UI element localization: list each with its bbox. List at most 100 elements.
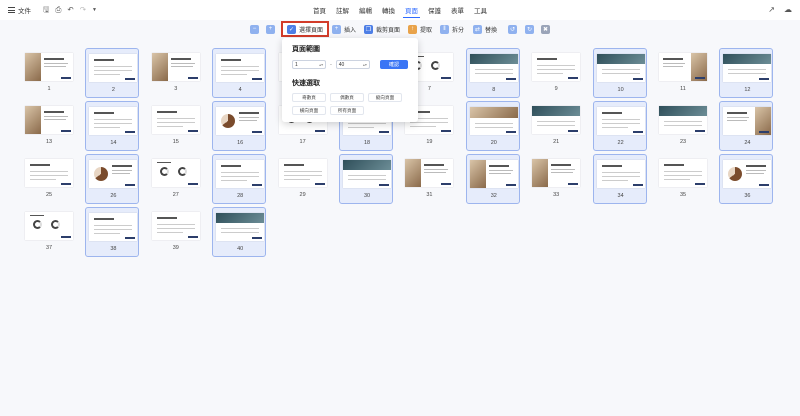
split-button[interactable]: ‖ 拆分	[440, 22, 464, 36]
page-thumbnail[interactable]: 25	[22, 154, 76, 204]
range-from-input[interactable]: 1 ▴▾	[292, 60, 327, 69]
thumbnail-graphic	[664, 175, 702, 176]
page-thumbnail[interactable]: 34	[592, 154, 647, 204]
print-icon[interactable]: ⎙	[55, 6, 61, 14]
page-thumbnail[interactable]: 31	[402, 154, 456, 204]
page-thumbnail[interactable]: 27	[149, 154, 203, 204]
page-number: 15	[172, 139, 179, 145]
tab-comment[interactable]: 註解	[334, 3, 351, 17]
odd-pages-button[interactable]: 奇數頁	[292, 93, 326, 102]
file-menu[interactable]: 文件	[8, 5, 31, 15]
tab-form[interactable]: 表單	[449, 3, 466, 17]
confirm-button[interactable]: 確認	[379, 60, 408, 69]
thumbnail-graphic	[424, 164, 445, 166]
page-preview	[723, 107, 772, 135]
page-thumbnail[interactable]: 29	[276, 154, 330, 204]
chevron-down-icon[interactable]: ▼	[92, 7, 97, 13]
page-number: 11	[680, 86, 686, 92]
replace-button[interactable]: ⇄ 替換	[473, 22, 497, 36]
undo-icon[interactable]: ↶	[67, 6, 73, 14]
page-thumbnail[interactable]: 10	[592, 48, 647, 98]
stepper-icon[interactable]: ▴▾	[319, 62, 323, 67]
page-preview	[25, 159, 73, 187]
landscape-pages-button[interactable]: 橫向頁面	[292, 106, 326, 115]
page-thumbnail[interactable]: 39	[149, 207, 203, 257]
page-thumbnail[interactable]: 21	[529, 101, 583, 151]
page-preview	[659, 159, 707, 187]
stepper-icon[interactable]: ▴▾	[363, 62, 367, 67]
insert-button[interactable]: + 插入	[332, 22, 356, 36]
page-thumbnail[interactable]: 9	[529, 48, 583, 98]
extract-icon: ↑	[408, 24, 417, 34]
quick-select-options: 奇數頁 偶數頁 縱向頁面 橫向頁面 所有頁面	[292, 93, 408, 115]
thumbnail-graphic	[156, 228, 195, 229]
tab-protect[interactable]: 保護	[426, 3, 443, 17]
thumbnail-graphic	[156, 162, 171, 163]
save-icon[interactable]: 🖫	[43, 6, 49, 14]
page-thumbnail[interactable]: 40	[212, 207, 267, 257]
thumbnail-graphic	[695, 183, 705, 185]
zoom-in-button[interactable]: +	[266, 22, 275, 36]
page-thumbnail[interactable]: 16	[212, 101, 267, 151]
page-thumbnail[interactable]: 8	[465, 48, 520, 98]
tab-edit[interactable]: 編輯	[357, 3, 374, 17]
extract-button[interactable]: ↑ 提取	[408, 22, 432, 36]
crop-page-button[interactable]: ❐ 裁剪頁面	[364, 22, 400, 36]
even-pages-button[interactable]: 偶數頁	[330, 93, 364, 102]
page-thumbnail[interactable]: 38	[85, 207, 140, 257]
page-thumbnail[interactable]: 20	[465, 101, 520, 151]
thumbnail-graphic	[505, 78, 516, 80]
page-thumbnail[interactable]: 30	[339, 154, 393, 204]
page-thumbnail[interactable]: 3	[149, 48, 203, 98]
page-preview	[596, 160, 645, 188]
thumbnail-graphic	[112, 165, 133, 167]
page-thumbnail[interactable]: 26	[85, 154, 140, 204]
page-thumbnail[interactable]: 1	[22, 48, 76, 98]
page-thumbnail[interactable]: 37	[22, 207, 76, 257]
thumbnail-graphic	[187, 77, 198, 79]
thumbnail-graphic	[94, 229, 133, 230]
share-icon[interactable]: ↗	[768, 5, 775, 14]
redo-icon[interactable]: ↷	[80, 6, 86, 14]
page-thumbnail[interactable]: 12	[719, 48, 774, 98]
delete-page-button[interactable]: ✖	[541, 22, 550, 36]
thumbnail-graphic	[488, 170, 513, 171]
page-thumbnail[interactable]: 23	[656, 101, 710, 151]
tab-convert[interactable]: 轉換	[380, 3, 397, 17]
thumbnail-graphic	[221, 59, 242, 61]
tab-home[interactable]: 首頁	[311, 3, 328, 17]
page-thumbnail[interactable]: 35	[656, 154, 710, 204]
select-pages-button[interactable]: ✓ 選擇頁面	[281, 21, 330, 37]
thumbnail-graphic	[474, 127, 513, 128]
rotate-left-button[interactable]: ↺	[508, 22, 517, 36]
page-thumbnail[interactable]: 14	[85, 101, 140, 151]
thumbnail-graphic	[94, 225, 133, 226]
tab-tools[interactable]: 工具	[472, 3, 489, 17]
page-thumbnail[interactable]: 15	[149, 101, 203, 151]
all-pages-button[interactable]: 所有頁面	[330, 106, 364, 115]
page-thumbnail[interactable]: 36	[719, 154, 774, 204]
rotate-right-button[interactable]: ↻	[525, 22, 534, 36]
thumbnail-graphic	[663, 58, 683, 60]
thumbnail-graphic	[283, 179, 310, 180]
page-thumbnail[interactable]: 11	[656, 48, 710, 98]
portrait-pages-button[interactable]: 縱向頁面	[368, 93, 402, 102]
page-thumbnail[interactable]: 28	[212, 154, 267, 204]
page-preview	[343, 160, 391, 188]
zoom-out-button[interactable]: −	[250, 22, 259, 36]
page-thumbnail[interactable]: 32	[465, 154, 520, 204]
range-to-input[interactable]: 40 ▴▾	[335, 60, 370, 69]
zoom-out-icon: −	[250, 24, 259, 34]
page-number: 10	[617, 87, 624, 93]
thumbnail-graphic	[25, 106, 41, 134]
cloud-upload-icon[interactable]: ☁	[784, 5, 792, 14]
page-thumbnail[interactable]: 24	[719, 101, 774, 151]
page-thumbnail[interactable]: 13	[22, 101, 76, 151]
page-thumbnail[interactable]: 4	[212, 48, 267, 98]
thumbnail-graphic	[239, 120, 258, 121]
page-thumbnail[interactable]: 2	[85, 48, 140, 98]
page-thumbnail[interactable]: 33	[529, 154, 583, 204]
tab-page[interactable]: 頁面	[403, 3, 420, 18]
page-thumbnail[interactable]: 22	[592, 101, 647, 151]
thumbnail-graphic	[505, 184, 516, 186]
